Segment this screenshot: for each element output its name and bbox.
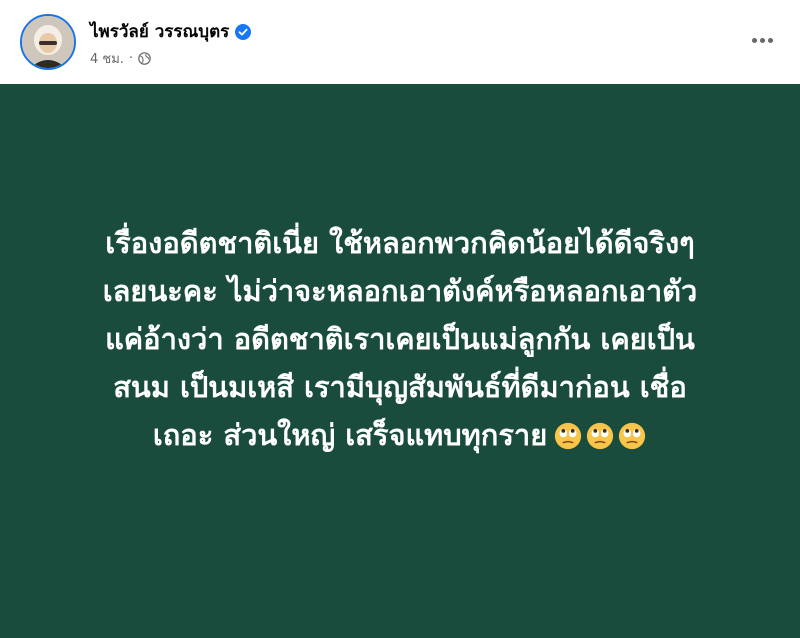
- author-name[interactable]: ไพรวัลย์ วรรณบุตร: [90, 18, 229, 45]
- post-header: ไพรวัลย์ วรรณบุตร 4 ชม. ·: [0, 0, 800, 84]
- post-text: เรื่องอดีตชาติเนี่ย ใช้หลอกพวกคิดน้อยได้…: [40, 219, 760, 459]
- post-text-line: แค่อ้างว่า อดีตชาติเราเคยเป็นแม่ลูกกัน เ…: [105, 322, 695, 356]
- rolling-eyes-emoji-icon: [555, 422, 582, 450]
- verified-badge-icon: [235, 23, 252, 40]
- rolling-eyes-emoji-icon: [587, 422, 614, 450]
- post-text-line: เถอะ ส่วนใหญ่ เสร็จแทบทุกราย: [152, 418, 548, 452]
- post-text-line: สนม เป็นมเหสี เรามีบุญสัมพันธ์ที่ดีมาก่อ…: [113, 370, 687, 404]
- post-timestamp[interactable]: 4 ชม.: [90, 48, 124, 69]
- facebook-post: ไพรวัลย์ วรรณบุตร 4 ชม. · เรื่องอดีตชาติ…: [0, 0, 800, 638]
- post-text-line: เลยนะคะ ไม่ว่าจะหลอกเอาตังค์หรือหลอกเอาต…: [102, 274, 698, 308]
- emoji-group: [553, 421, 647, 451]
- avatar-image: [22, 16, 74, 68]
- rolling-eyes-emoji-icon: [619, 422, 646, 450]
- post-text-last-line: เถอะ ส่วนใหญ่ เสร็จแทบทุกราย: [40, 411, 760, 459]
- post-meta: 4 ชม. ·: [90, 48, 151, 69]
- post-text-card: เรื่องอดีตชาติเนี่ย ใช้หลอกพวกคิดน้อยได้…: [0, 84, 800, 638]
- author-avatar[interactable]: [20, 14, 76, 70]
- globe-icon[interactable]: [138, 52, 151, 65]
- author-row: ไพรวัลย์ วรรณบุตร: [90, 18, 252, 45]
- post-text-line: เรื่องอดีตชาติเนี่ย ใช้หลอกพวกคิดน้อยได้…: [105, 226, 695, 260]
- meta-separator: ·: [128, 51, 134, 66]
- more-options-icon[interactable]: [744, 22, 780, 58]
